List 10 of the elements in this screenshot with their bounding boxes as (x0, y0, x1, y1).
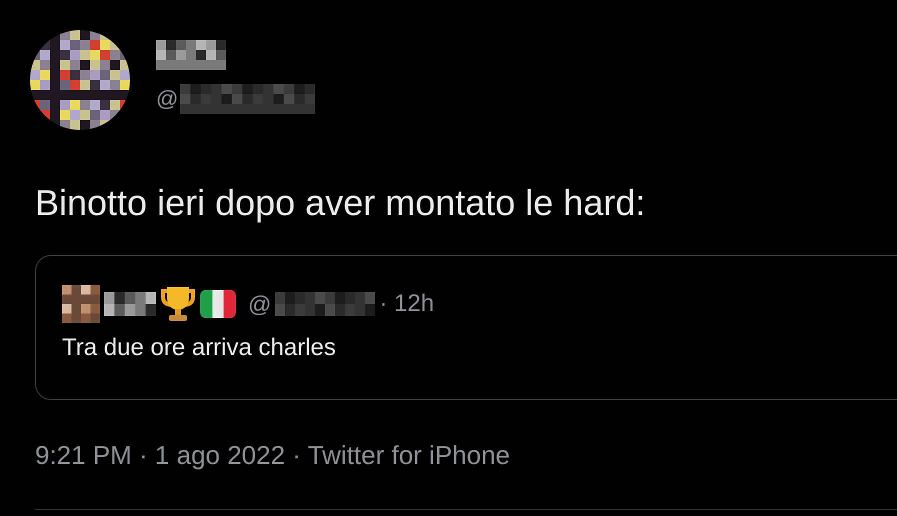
tweet-timestamp: 9:21 PM · 1 ago 2022 · Twitter for iPhone (35, 440, 512, 471)
blurred-name-drawing (156, 40, 226, 70)
flag-icon (200, 290, 236, 318)
trophy-icon (160, 285, 196, 323)
quoted-tweet-text: Tra due ore arriva charles (62, 334, 337, 362)
post-time: · 12h (379, 290, 434, 318)
tweet-text: Binotto ieri dopo aver montato le hard: (35, 181, 646, 225)
handle-prefix: @ (248, 290, 272, 318)
blurred-name-drawing (104, 292, 156, 316)
handle-prefix: @ (156, 86, 178, 112)
